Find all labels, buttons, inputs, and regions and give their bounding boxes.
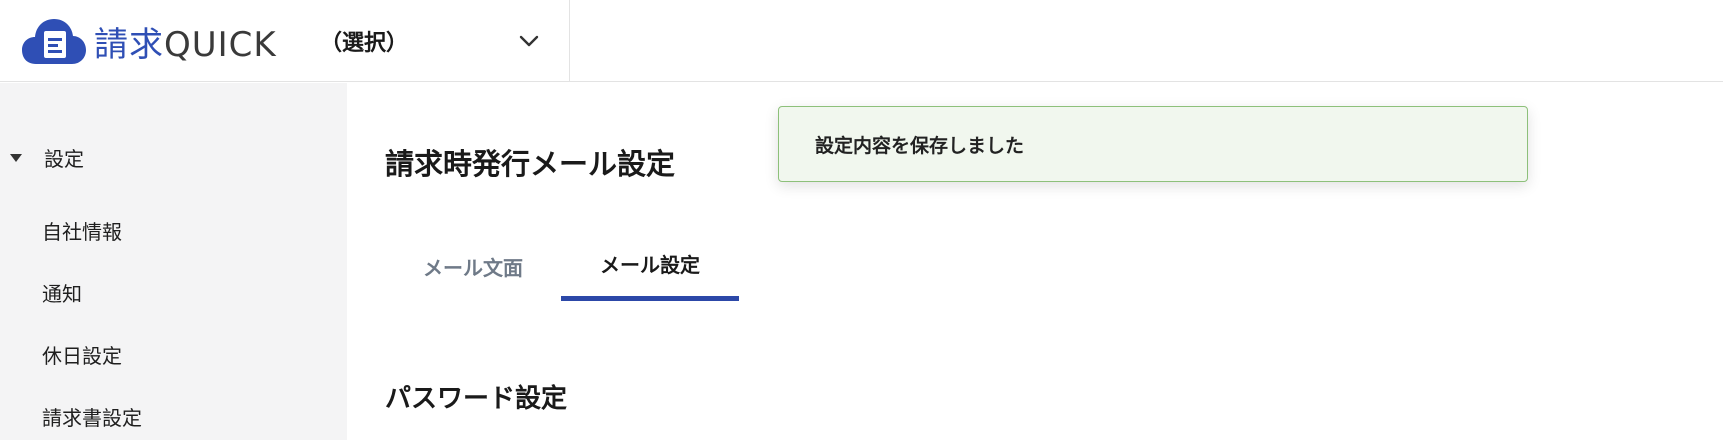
tab-mail-settings[interactable]: メール設定 (561, 231, 739, 301)
sidebar-item-invoice-settings[interactable]: 請求書設定 (42, 402, 142, 431)
logo-kanji: 請求 (94, 24, 164, 65)
page-title: 請求時発行メール設定 (385, 147, 676, 181)
company-select-label: （選択） (320, 31, 409, 56)
success-toast: 設定内容を保存しました (778, 106, 1528, 182)
logo-wordmark: 請求QUICK (94, 17, 277, 66)
section-title-password: パスワード設定 (385, 384, 568, 414)
company-select-dropdown[interactable]: （選択） (320, 0, 570, 82)
app-logo[interactable]: 請求QUICK (22, 16, 277, 66)
tab-bar: メール文面 メール設定 (385, 231, 785, 301)
sidebar-item-notifications[interactable]: 通知 (42, 278, 82, 307)
sidebar-section-label: 設定 (44, 147, 84, 171)
tab-mail-body[interactable]: メール文面 (385, 231, 561, 301)
sidebar-item-holiday-settings[interactable]: 休日設定 (42, 340, 122, 369)
sidebar: 設定 自社情報 通知 休日設定 請求書設定 (0, 83, 347, 440)
sidebar-item-company-info[interactable]: 自社情報 (42, 216, 122, 245)
chevron-down-icon (519, 35, 539, 47)
caret-down-icon (10, 153, 22, 162)
app-header: 請求QUICK （選択） (0, 0, 1723, 82)
toast-message: 設定内容を保存しました (815, 134, 1025, 157)
logo-latin: QUICK (164, 24, 277, 65)
cloud-document-icon (22, 19, 86, 64)
sidebar-section-settings[interactable]: 設定 (10, 143, 84, 172)
